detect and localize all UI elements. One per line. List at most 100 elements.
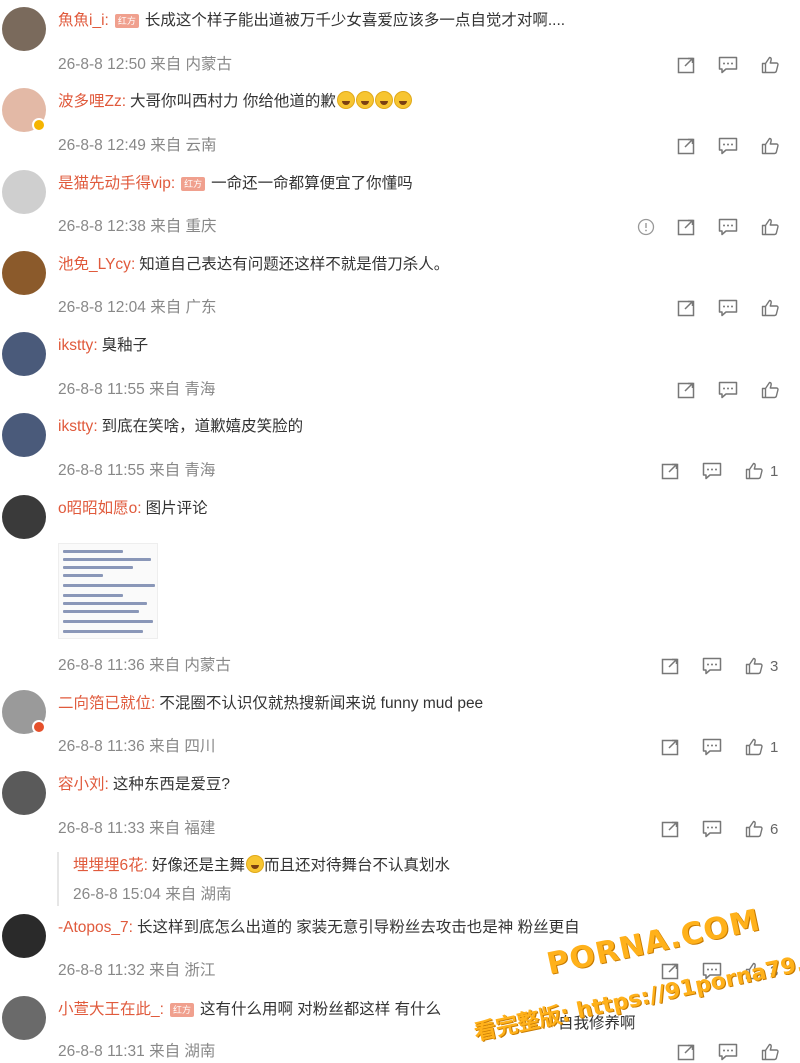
username-link[interactable]: 二向箔已就位	[58, 695, 151, 712]
username-link[interactable]: 是猫先动手得vip	[58, 175, 171, 192]
comment-actions	[655, 53, 780, 77]
from-label: 来自	[165, 886, 197, 903]
share-button[interactable]	[660, 461, 680, 481]
share-icon	[661, 463, 679, 480]
username-link[interactable]: ikstty	[58, 418, 93, 435]
username-link[interactable]: -Atopos_7	[58, 919, 129, 936]
like-button[interactable]: 1	[744, 737, 780, 757]
username-link[interactable]: 魚魚i_i	[58, 12, 105, 29]
comment-meta: 26-8-8 11:32 来自 浙江	[58, 960, 215, 982]
share-button[interactable]	[676, 217, 696, 237]
user-avatar[interactable]	[2, 251, 46, 295]
like-button[interactable]	[760, 298, 780, 318]
username-colon: :	[104, 776, 109, 793]
comment-icon	[702, 738, 722, 756]
username-link[interactable]: o昭昭如愿o	[58, 500, 137, 517]
user-avatar[interactable]	[2, 332, 46, 376]
user-avatar[interactable]	[2, 170, 46, 214]
username-link[interactable]: ikstty	[58, 337, 93, 354]
like-button[interactable]: 1	[744, 461, 780, 481]
reply-button[interactable]	[701, 819, 723, 839]
like-count: 6	[770, 820, 779, 838]
share-button[interactable]	[676, 55, 696, 75]
comment-time: 26-8-8 12:49	[58, 137, 146, 154]
share-button[interactable]	[676, 298, 696, 318]
from-label: 来自	[149, 381, 181, 398]
share-button[interactable]	[676, 380, 696, 400]
thumbs-up-icon	[745, 462, 763, 480]
reply-button[interactable]	[717, 217, 739, 237]
reply-button[interactable]	[717, 136, 739, 156]
comment-location: 青海	[184, 462, 216, 479]
reply-button[interactable]	[701, 656, 723, 676]
username-link[interactable]: 池免_LYcy	[58, 256, 131, 273]
share-button[interactable]	[660, 737, 680, 757]
comment-actions: 1	[639, 459, 780, 483]
like-button[interactable]	[760, 217, 780, 237]
username-link[interactable]: 小萱大王在此_	[58, 1001, 160, 1018]
like-button[interactable]	[760, 1042, 780, 1062]
username-colon: :	[104, 12, 109, 29]
comment-actions: 3	[639, 654, 780, 678]
share-button[interactable]	[660, 819, 680, 839]
comment-time: 26-8-8 11:55	[58, 462, 145, 479]
like-button[interactable]	[760, 380, 780, 400]
comment-location: 云南	[185, 137, 217, 154]
comment-text: 这有什么用啊 对粉丝都这样 有什么	[199, 1001, 442, 1018]
reply-button[interactable]	[701, 461, 723, 481]
share-button[interactable]	[676, 136, 696, 156]
comment-time: 26-8-8 11:31	[58, 1043, 145, 1060]
like-button[interactable]	[760, 55, 780, 75]
share-button[interactable]	[676, 1042, 696, 1062]
comment-item: 池免_LYcy: 知道自己表达有问题还这样不就是借刀杀人。 26-8-8 12:04…	[0, 251, 800, 331]
thumbs-up-icon	[745, 738, 763, 756]
reply-button[interactable]	[701, 737, 723, 757]
share-button[interactable]	[660, 656, 680, 676]
user-avatar[interactable]	[2, 996, 46, 1040]
comment-location: 湖南	[184, 1043, 216, 1060]
thumbnail-text-line	[63, 558, 151, 561]
like-button[interactable]: 6	[744, 819, 780, 839]
comment-actions	[616, 215, 780, 239]
user-avatar[interactable]	[2, 771, 46, 815]
thumbnail-text-line	[63, 630, 143, 633]
username-link[interactable]: 波多哩Zz	[58, 93, 122, 110]
reply-button[interactable]	[717, 1042, 739, 1062]
comment-meta: 26-8-8 12:38 来自 重庆	[58, 216, 217, 238]
like-button[interactable]: 3	[744, 656, 780, 676]
reply-button[interactable]	[717, 298, 739, 318]
comment-line: 是猫先动手得vip: 红方 一命还一命都算便宜了你懂吗	[58, 172, 413, 196]
comment-text: 长这样到底怎么出道的 家装无意引导粉丝去攻击也是神 粉丝更自	[136, 919, 580, 936]
comment-item: ikstty: 到底在笑啥，道歉嬉皮笑脸的 26-8-8 11:55 来自 青海 1	[0, 413, 800, 493]
user-avatar[interactable]	[2, 914, 46, 958]
comment-item: 小萱大王在此_: 红方 这有什么用啊 对粉丝都这样 有什么 26-8-8 11:31 …	[0, 996, 800, 1063]
comment-location: 重庆	[185, 218, 217, 235]
reply-button[interactable]	[717, 55, 739, 75]
from-label: 来自	[149, 657, 181, 674]
thumbnail-text-line	[63, 620, 153, 623]
like-count: 3	[770, 657, 779, 675]
username-link[interactable]: 容小刘	[58, 776, 105, 793]
thumbs-up-icon	[761, 56, 779, 74]
share-icon	[677, 1044, 695, 1061]
report-button[interactable]	[637, 218, 655, 236]
thumbnail-text-line	[63, 566, 133, 569]
comment-icon	[702, 820, 722, 838]
comment-line: 容小刘: 这种东西是爱豆?	[58, 773, 230, 797]
comment-line: 小萱大王在此_: 红方 这有什么用啊 对粉丝都这样 有什么	[58, 998, 441, 1022]
report-icon	[637, 218, 655, 236]
reply-button[interactable]	[717, 380, 739, 400]
reply-username-link[interactable]: 埋埋埋6花	[73, 857, 144, 874]
from-label: 来自	[149, 1043, 181, 1060]
reply-time: 26-8-8 15:04	[73, 886, 161, 903]
comment-meta: 26-8-8 11:31 来自 湖南	[58, 1041, 215, 1063]
thumbnail-text-line	[63, 550, 123, 553]
like-button[interactable]	[760, 136, 780, 156]
comment-item: 二向箔已就位: 不混圈不认识仅就热搜新闻来说 funny mud pee 26-8-…	[0, 690, 800, 770]
user-avatar[interactable]	[2, 495, 46, 539]
comment-image-thumbnail[interactable]	[58, 543, 158, 639]
comment-icon	[718, 137, 738, 155]
user-avatar[interactable]	[2, 413, 46, 457]
comment-location: 内蒙古	[185, 56, 233, 73]
user-avatar[interactable]	[2, 7, 46, 51]
